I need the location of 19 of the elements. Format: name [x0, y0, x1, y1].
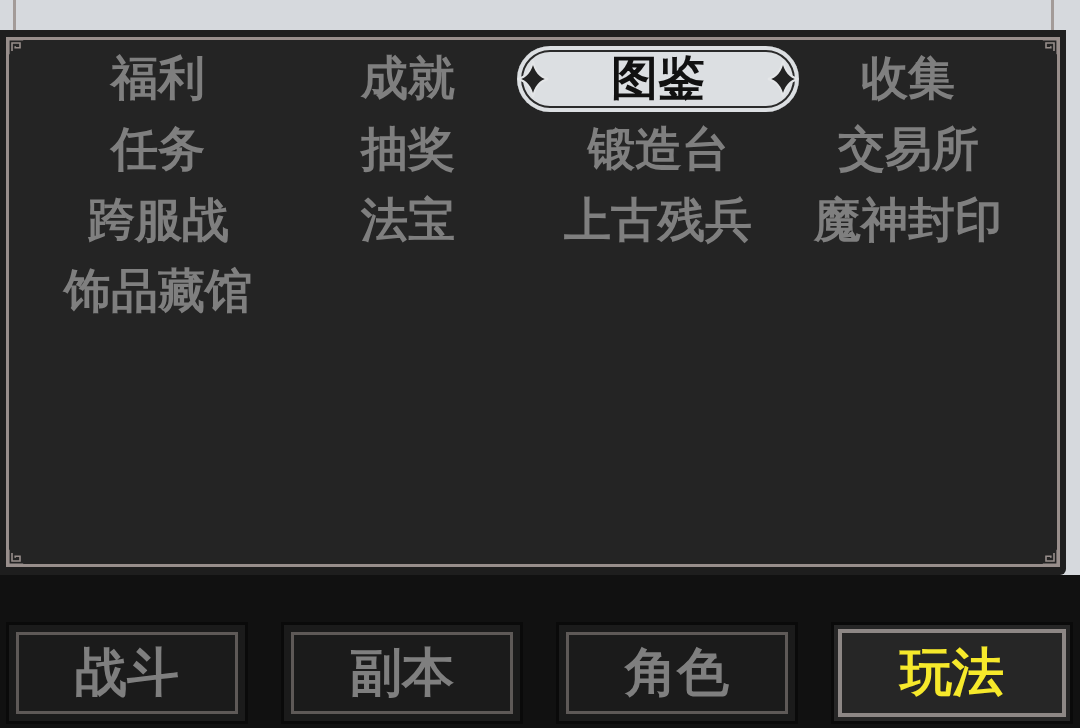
menu-item[interactable]: 抽奖: [361, 122, 455, 177]
menu-item[interactable]: 跨服战: [87, 193, 229, 248]
menu-item[interactable]: 锻造台: [587, 122, 729, 177]
diamond-ornament-icon: [767, 58, 799, 99]
menu-item[interactable]: 成就: [361, 51, 455, 106]
diamond-ornament-icon: [517, 58, 549, 99]
menu-item[interactable]: 上古残兵: [564, 193, 752, 248]
tab[interactable]: 战斗: [6, 622, 248, 724]
menu-item[interactable]: 福利: [111, 51, 205, 106]
menu-item[interactable]: 魔神封印: [814, 193, 1002, 248]
tab[interactable]: 角色: [556, 622, 798, 724]
menu-item[interactable]: 任务: [111, 122, 205, 177]
menu-item[interactable]: 法宝: [361, 193, 455, 248]
menu-item[interactable]: 图鉴: [517, 45, 799, 112]
tab[interactable]: 玩法: [831, 622, 1073, 724]
menu-item[interactable]: 交易所: [837, 122, 979, 177]
menu-item[interactable]: 饰品藏馆: [64, 264, 252, 319]
menu-item[interactable]: 收集: [861, 51, 955, 106]
tab[interactable]: 副本: [281, 622, 523, 724]
